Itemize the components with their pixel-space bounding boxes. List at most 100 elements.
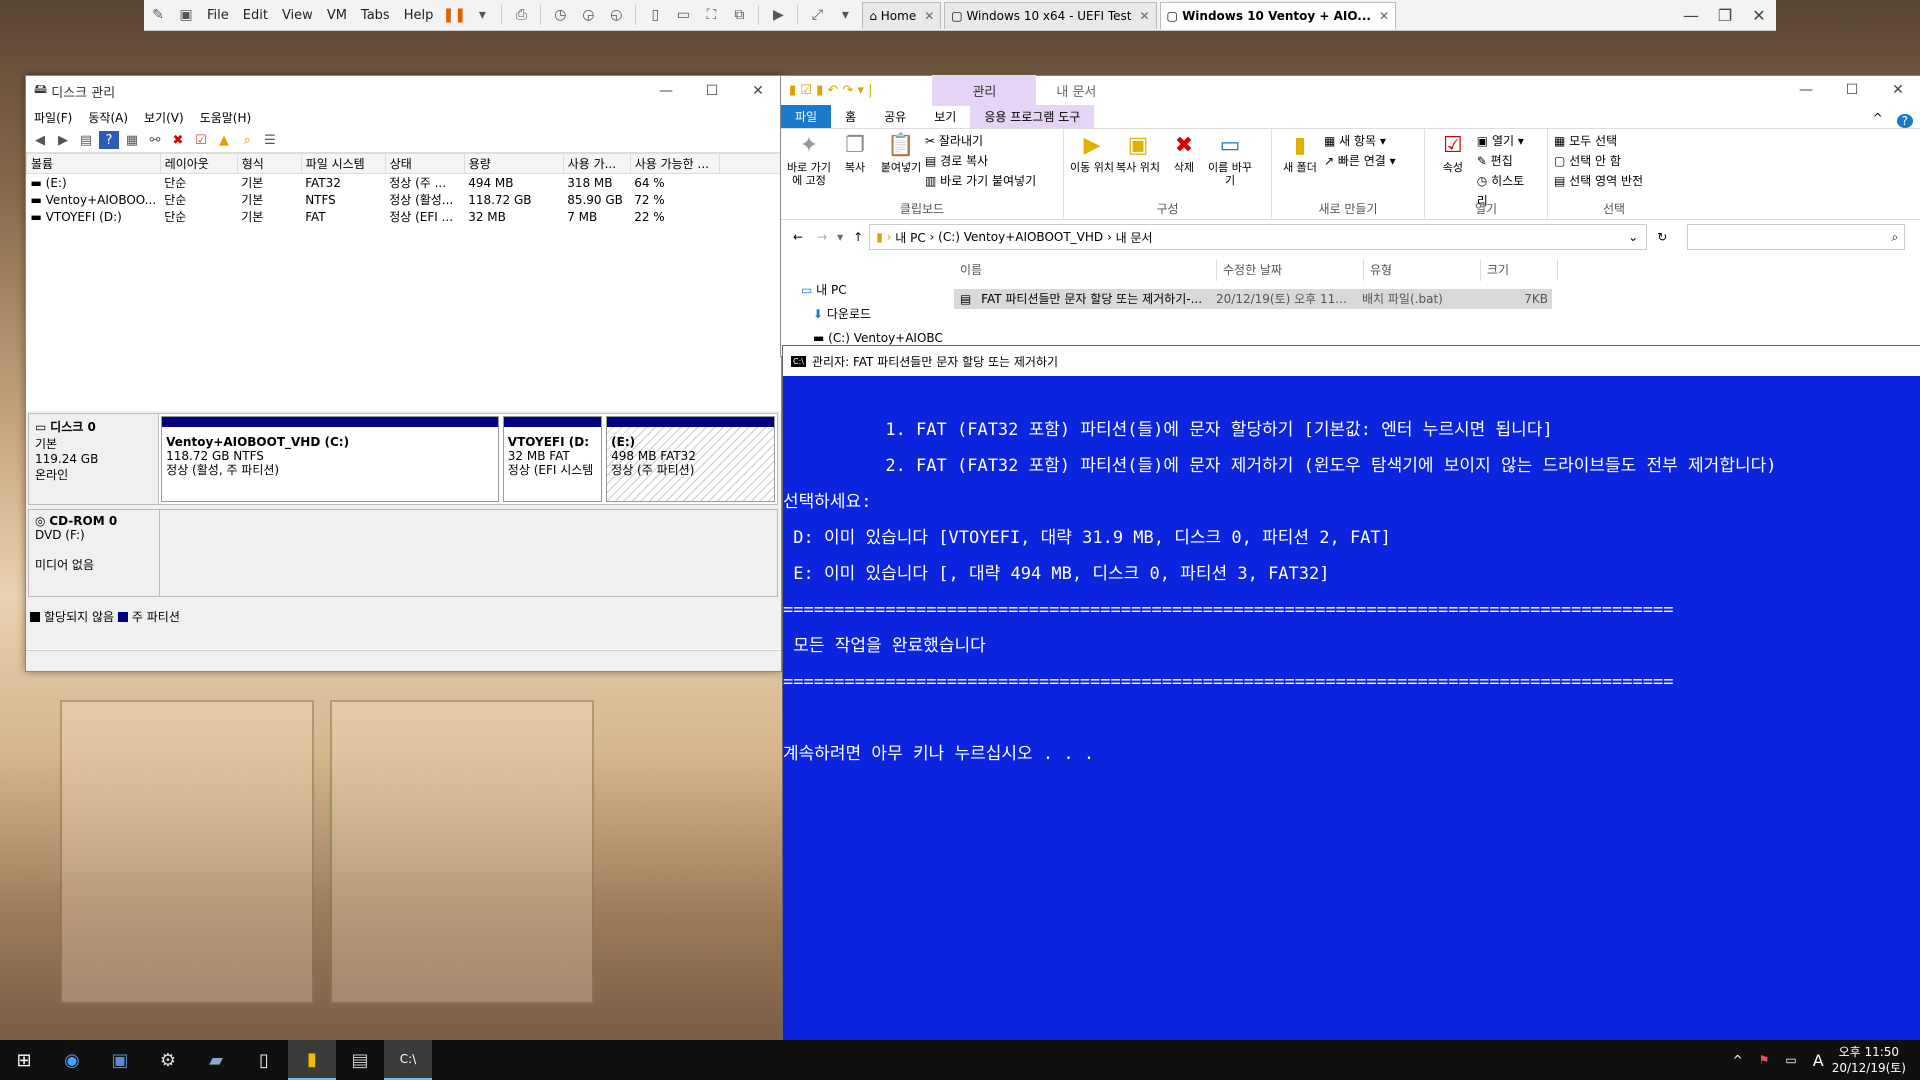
console-icon[interactable]: ▶ [767, 4, 789, 26]
column-type[interactable]: 유형 [1364, 259, 1481, 281]
recent-icon[interactable]: ▾ [837, 230, 843, 244]
forward-icon[interactable]: ▶ [53, 131, 73, 149]
vm-menu-view[interactable]: View [275, 8, 320, 23]
revert-snapshot-icon[interactable]: ◶ [577, 4, 599, 26]
column-header[interactable]: 레이아웃 [159, 153, 238, 174]
edit-button[interactable]: ✎ 편집 [1477, 151, 1535, 171]
list-item[interactable]: ▤ FAT 파티션들만 문자 할당 또는 제거하기-... 20/12/19(토… [954, 289, 1552, 309]
partition-e[interactable]: (E:) 498 MB FAT32 정상 (주 파티션) [606, 416, 776, 502]
help-icon[interactable]: ? [99, 131, 119, 149]
new-item-button[interactable]: ▦ 새 항목 ▾ [1324, 131, 1396, 151]
column-size[interactable]: 크기 [1481, 259, 1558, 281]
vm-tab-ventoy[interactable]: ▢ Windows 10 Ventoy + AIO... ✕ [1159, 1, 1397, 29]
connect-icon[interactable]: ⚯ [145, 131, 165, 149]
ime-indicator[interactable]: A [1813, 1051, 1824, 1070]
list-icon[interactable]: ☰ [260, 131, 280, 149]
maximize-icon[interactable]: ☐ [1829, 82, 1875, 98]
menu-view[interactable]: 보기(V) [136, 109, 192, 126]
search-icon[interactable]: ⌕ [237, 131, 257, 149]
sidebar-view-icon[interactable]: ▯ [644, 4, 666, 26]
table-row[interactable]: ▬ Ventoy+AIOBOO... 단순 기본 NTFS 정상 (활성... … [27, 191, 781, 208]
quick-access-toolbar[interactable]: ▮ ☑ ▮ ↶ ↷ ▾ | [789, 83, 872, 98]
back-icon[interactable]: ◀ [30, 131, 50, 149]
help-icon[interactable]: ? [1896, 114, 1913, 128]
maximize-icon[interactable]: ☐ [689, 83, 735, 99]
vm-menu-edit[interactable]: Edit [236, 8, 275, 23]
chevron-down-icon[interactable]: ▾ [471, 4, 493, 26]
table-row[interactable]: ▬ VTOYEFI (D:) 단순 기본 FAT 정상 (EFI ... 32 … [27, 208, 781, 225]
open-button[interactable]: ▣ 열기 ▾ [1477, 131, 1535, 151]
stretch-icon[interactable]: ⤢ [806, 4, 828, 26]
taskbar-app[interactable]: ▰ [192, 1040, 240, 1080]
partition-c[interactable]: Ventoy+AIOBOOT_VHD (C:) 118.72 GB NTFS 정… [161, 416, 499, 502]
vm-menu-tabs[interactable]: Tabs [354, 8, 397, 23]
fullscreen-icon[interactable]: ⛶ [700, 4, 722, 26]
network-icon[interactable]: ▭ [1785, 1053, 1796, 1067]
pin-icon[interactable]: ✎ [147, 4, 169, 26]
easy-access-button[interactable]: ↗ 빠른 연결 ▾ [1324, 151, 1396, 171]
table-row[interactable]: ▬ (E:) 단순 기본 FAT32 정상 (주 ... 494 MB 318 … [27, 174, 781, 192]
nav-item-downloads[interactable]: ⬇ 다운로드 [801, 302, 943, 326]
taskbar-app-explorer[interactable]: ▮ [288, 1040, 336, 1080]
folder-up-icon[interactable]: ▲ [214, 131, 234, 149]
unity-icon[interactable]: ⧉ [728, 4, 750, 26]
column-header[interactable]: 사용 가... [562, 153, 631, 174]
clock[interactable]: 오후 11:50 20/12/19(토) [1832, 1044, 1906, 1076]
vm-menu-vm[interactable]: VM [320, 8, 354, 23]
search-input[interactable]: ⌕ [1687, 224, 1906, 250]
column-date[interactable]: 수정한 날짜 [1217, 259, 1364, 281]
partition-d[interactable]: VTOYEFI (D: 32 MB FAT 정상 (EFI 시스템 [502, 416, 603, 502]
tab-home[interactable]: 홈 [831, 105, 870, 128]
select-all-button[interactable]: ▦ 모두 선택 [1554, 131, 1643, 151]
column-header[interactable]: 형식 [236, 153, 302, 174]
close-icon[interactable]: ✕ [1139, 9, 1149, 23]
minimize-icon[interactable]: — [1674, 6, 1708, 25]
delete-icon[interactable]: ✖ [168, 131, 188, 149]
column-header[interactable]: 파일 시스템 [300, 153, 386, 174]
close-icon[interactable]: ✕ [924, 9, 934, 23]
tab-file[interactable]: 파일 [781, 105, 832, 128]
check-icon[interactable]: ☑ [191, 131, 211, 149]
vm-tab-uefi-test[interactable]: ▢ Windows 10 x64 - UEFI Test ✕ [944, 1, 1157, 29]
back-icon[interactable]: ← [793, 230, 803, 244]
vm-tab-home[interactable]: ⌂ Home ✕ [862, 1, 942, 29]
taskbar-app[interactable]: ▤ [336, 1040, 384, 1080]
up-icon[interactable]: ↑ [853, 230, 863, 244]
close-icon[interactable]: ✕ [1875, 82, 1920, 98]
properties-icon[interactable]: ▦ [122, 131, 142, 149]
snapshot-manager-icon[interactable]: ◵ [605, 4, 627, 26]
column-header[interactable]: 볼륨 [26, 153, 161, 174]
taskbar-app[interactable]: ⚙ [144, 1040, 192, 1080]
column-name[interactable]: 이름 [954, 259, 1217, 281]
cut-button[interactable]: ✂ 잘라내기 [925, 131, 1036, 151]
taskbar-app[interactable]: ◉ [48, 1040, 96, 1080]
pause-icon[interactable]: ❚❚ [443, 4, 466, 26]
breadcrumb-item[interactable]: 내 PC [895, 229, 925, 246]
vm-library-icon[interactable]: ▣ [175, 4, 197, 26]
tab-app-tools[interactable]: 응용 프로그램 도구 [970, 105, 1095, 128]
ribbon-collapse-icon[interactable]: ^ [1859, 108, 1897, 128]
taskbar-app[interactable]: ▯ [240, 1040, 288, 1080]
column-header[interactable]: 사용 가능한 ... [629, 153, 720, 174]
cdrom-row[interactable]: ◎ CD-ROM 0 DVD (F:) 미디어 없음 [28, 509, 778, 597]
send-ctrl-alt-del-icon[interactable]: ⎙ [510, 4, 532, 26]
command-prompt-window[interactable]: C:\ 관리자: FAT 파티션들만 문자 할당 또는 제거하기 1. FAT … [782, 345, 1920, 1042]
vm-menu-file[interactable]: File [200, 8, 236, 23]
taskbar-app[interactable]: ▣ [96, 1040, 144, 1080]
tab-view[interactable]: 보기 [920, 105, 970, 128]
close-icon[interactable]: ✕ [1379, 9, 1389, 23]
disk-row-0[interactable]: ▭ 디스크 0 기본 119.24 GB 온라인 Ventoy+AIOBOOT_… [28, 413, 778, 505]
thumbnail-view-icon[interactable]: ▭ [672, 4, 694, 26]
start-button[interactable]: ⊞ [0, 1040, 48, 1080]
chevron-up-icon[interactable]: ^ [1733, 1053, 1743, 1067]
paste-shortcut-button[interactable]: ▥ 바로 가기 붙여넣기 [925, 171, 1036, 191]
tab-share[interactable]: 공유 [870, 105, 920, 128]
breadcrumb-item[interactable]: (C:) Ventoy+AIOBOOT_VHD [938, 230, 1103, 244]
snapshot-icon[interactable]: ◷ [549, 4, 571, 26]
column-header[interactable]: 상태 [384, 153, 465, 174]
chevron-down-icon[interactable]: ⌄ [1628, 230, 1638, 244]
invert-selection-button[interactable]: ▤ 선택 영역 반전 [1554, 171, 1643, 191]
copy-path-button[interactable]: ▤ 경로 복사 [925, 151, 1036, 171]
column-header[interactable]: 용량 [463, 153, 564, 174]
restore-icon[interactable]: ❐ [1708, 6, 1742, 25]
